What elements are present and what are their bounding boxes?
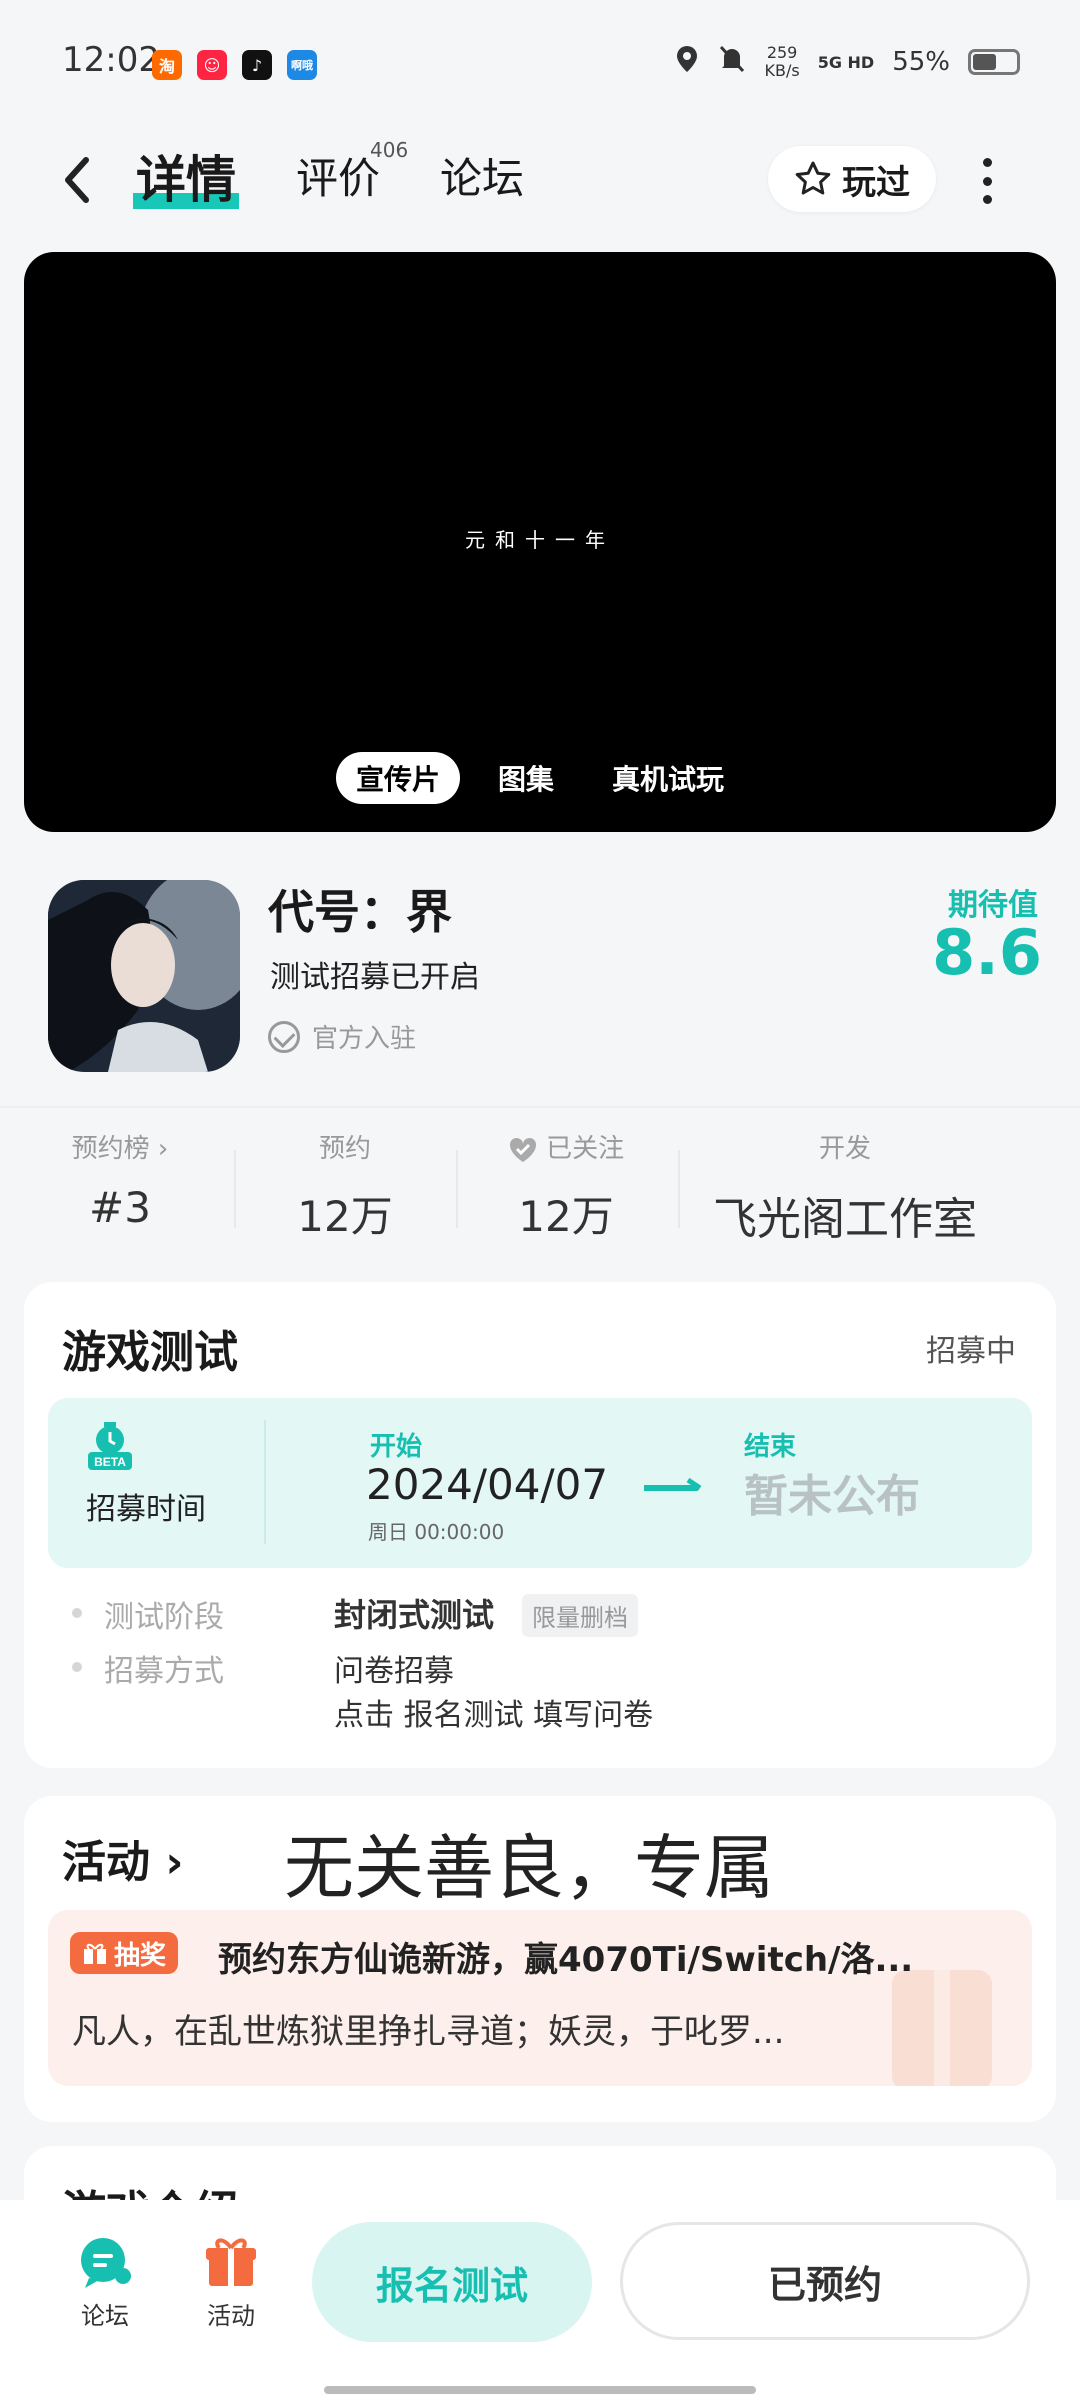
tab-forum[interactable]: 论坛	[440, 145, 524, 206]
stat-divider	[456, 1150, 458, 1228]
recruit-time-label: 招募时间	[86, 1492, 206, 1527]
game-icon[interactable]	[48, 880, 240, 1072]
battery-text: 55%	[892, 47, 950, 77]
network-label: 5G HD	[817, 52, 875, 72]
official-badge: 官方入驻	[268, 1018, 416, 1055]
expect-score: 8.6	[932, 916, 1042, 989]
stat-rank-label: 预约榜 ›	[71, 1134, 169, 1164]
stat-followed-text: 已关注	[546, 1134, 625, 1164]
signup-test-button[interactable]: 报名测试	[312, 2222, 592, 2342]
activity-headline: 预约东方仙诡新游，赢4070Ti/Switch/洛...	[218, 1940, 914, 1980]
media-tab-trailer[interactable]: 宣传片	[335, 752, 460, 804]
stat-rank[interactable]: 预约榜 › #3	[50, 1128, 190, 1232]
stat-developer-label: 开发	[818, 1134, 871, 1164]
game-subtitle: 测试招募已开启	[270, 960, 480, 995]
xiaohongshu-icon: ☺	[197, 50, 227, 80]
recruit-method-label: 招募方式	[104, 1654, 224, 1689]
recruit-divider	[264, 1420, 266, 1544]
activity-banner-text: 无关善良，专属	[284, 1827, 774, 1909]
star-icon	[795, 161, 831, 195]
stat-divider	[234, 1150, 236, 1228]
game-character-art	[48, 880, 240, 1072]
stat-followed-value: 12万	[518, 1192, 614, 1241]
stat-developer-value: 飞光阁工作室	[713, 1194, 977, 1245]
arrow-right-icon	[642, 1476, 704, 1504]
played-button[interactable]: 玩过	[768, 146, 936, 212]
bullet	[72, 1608, 82, 1618]
media-tab-gameplay[interactable]: 真机试玩	[592, 752, 744, 804]
activity-button[interactable]: 活动	[186, 2234, 276, 2331]
reviews-count-badge: 406	[370, 138, 409, 162]
douyin-icon: ♪	[242, 50, 272, 80]
back-arrow-icon	[65, 157, 89, 203]
test-status: 招募中	[926, 1334, 1016, 1369]
test-stage-tag: 限量删档	[522, 1594, 638, 1637]
media-tabs: 宣传片 图集 真机试玩	[24, 752, 1056, 804]
bullet	[72, 1662, 82, 1672]
test-stage-label: 测试阶段	[104, 1600, 224, 1635]
start-time: 周日 00:00:00	[368, 1520, 505, 1544]
gift-box-icon	[206, 2238, 256, 2286]
played-label: 玩过	[842, 162, 910, 203]
activity-label: 活动	[207, 2302, 255, 2330]
video-player[interactable]: 元和十一年 宣传片 图集 真机试玩	[24, 252, 1056, 832]
stat-developer[interactable]: 开发 飞光阁工作室	[700, 1128, 990, 1247]
test-card-title: 游戏测试	[62, 1327, 238, 1378]
tab-details[interactable]: 详情	[136, 140, 236, 212]
forum-label: 论坛	[81, 2302, 129, 2330]
app-icon: 啊哦	[287, 50, 317, 80]
official-label: 官方入驻	[312, 1024, 417, 1054]
stat-followed[interactable]: 已关注 12万	[486, 1128, 646, 1244]
end-value: 暂未公布	[744, 1471, 920, 1522]
recruit-method-value: 问卷招募	[334, 1654, 454, 1689]
stat-divider	[678, 1150, 680, 1228]
stat-reservations-value: 12万	[297, 1192, 393, 1241]
stat-rank-value: #3	[89, 1183, 151, 1232]
end-label: 结束	[744, 1432, 797, 1462]
net-speed: 259 KB/s	[764, 44, 799, 80]
chat-bubble-icon	[81, 2238, 131, 2288]
net-speed-value: 259	[766, 43, 798, 62]
recruit-method-desc[interactable]: 点击 报名测试 填写问卷	[334, 1690, 653, 1734]
check-circle-icon	[268, 1020, 300, 1053]
status-icons: 259 KB/s 5G HD 55%	[674, 44, 1020, 80]
stat-reservations: 预约 12万	[270, 1128, 420, 1244]
home-indicator[interactable]	[324, 2386, 756, 2394]
activity-title[interactable]: 活动 ›	[62, 1826, 183, 1890]
start-date: 2024/04/07	[366, 1460, 609, 1509]
location-icon	[674, 44, 700, 80]
gift-icon	[84, 1943, 106, 1964]
tab-reviews[interactable]: 评价	[296, 145, 380, 206]
beta-icon: BETA	[86, 1420, 134, 1472]
taobao-icon: 淘	[152, 50, 182, 80]
reserved-button[interactable]: 已预约	[620, 2222, 1030, 2340]
net-speed-unit: KB/s	[764, 61, 800, 80]
start-label: 开始	[370, 1432, 423, 1462]
video-caption: 元和十一年	[465, 528, 615, 552]
svg-text:BETA: BETA	[94, 1455, 126, 1469]
more-menu-button[interactable]	[980, 158, 994, 204]
battery-icon	[968, 49, 1020, 75]
media-tab-gallery[interactable]: 图集	[478, 752, 574, 804]
stat-reservations-label: 预约	[318, 1134, 371, 1164]
test-stage-value: 封闭式测试	[334, 1596, 495, 1634]
heart-check-icon	[509, 1137, 536, 1162]
activity-desc: 凡人，在乱世炼狱里挣扎寻道；妖灵，于叱罗...	[72, 2012, 785, 2052]
divider	[0, 1106, 1080, 1108]
mute-icon	[718, 44, 746, 80]
back-button[interactable]	[58, 150, 98, 210]
forum-button[interactable]: 论坛	[60, 2234, 150, 2331]
lottery-tag: 抽奖	[70, 1932, 179, 1974]
game-title: 代号：界	[268, 885, 452, 939]
lottery-label: 抽奖	[114, 1940, 167, 1971]
stat-followed-label: 已关注	[486, 1128, 646, 1165]
status-time: 12:02	[62, 40, 160, 80]
